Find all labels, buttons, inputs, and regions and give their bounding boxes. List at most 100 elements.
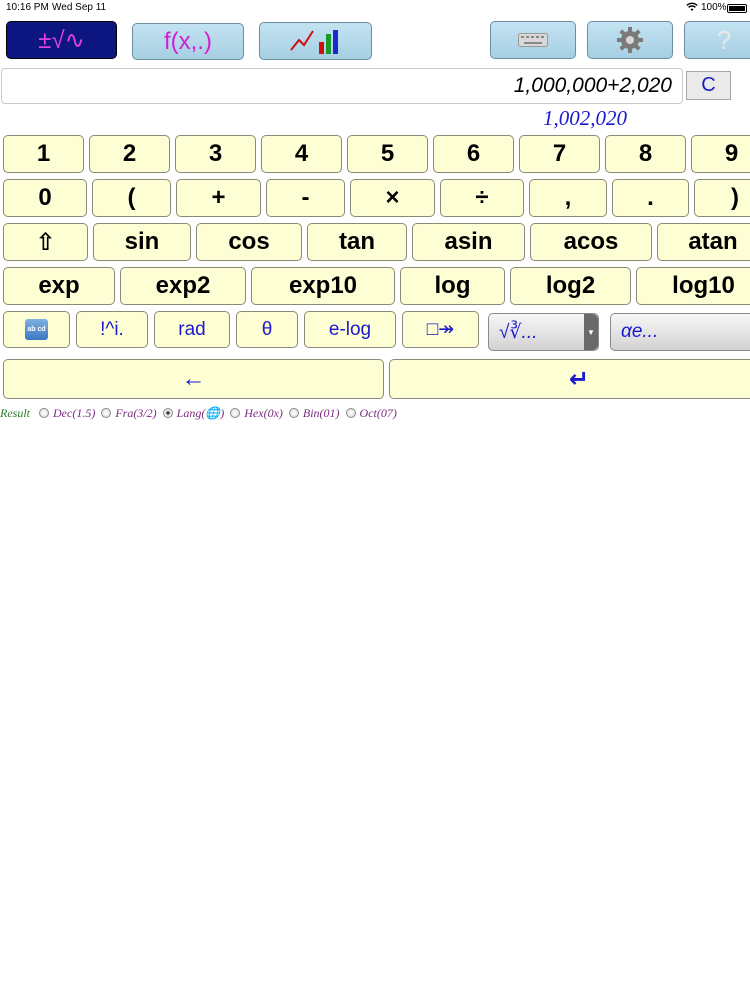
format-option-lang[interactable]: Lang(🌐)	[157, 405, 225, 421]
format-option-dec[interactable]: Dec(1.5)	[33, 406, 95, 421]
help-button[interactable]: ?	[684, 21, 750, 59]
key-acos[interactable]: acos	[530, 223, 652, 261]
status-date: Wed Sep 11	[52, 2, 107, 13]
result-format-row: Result Dec(1.5) Fra(3/2) Lang(🌐) Hex(0x)…	[0, 405, 397, 421]
key-5-label: 5	[380, 140, 395, 167]
key-2-label: 2	[122, 140, 137, 167]
key-log2[interactable]: log2	[510, 267, 631, 305]
abc-keyboard-button[interactable]: ab cd	[3, 311, 70, 348]
key-7[interactable]: 7	[519, 135, 600, 173]
key-exp[interactable]: exp	[3, 267, 115, 305]
format-option-oct[interactable]: Oct(07)	[340, 406, 397, 421]
roots-dropdown[interactable]: √∛... ▼	[488, 313, 599, 351]
key-open-paren[interactable]: (	[92, 179, 171, 217]
key-plus[interactable]: +	[176, 179, 261, 217]
key-open-paren-label: (	[127, 184, 136, 211]
key-decimal[interactable]: .	[612, 179, 689, 217]
key-log10[interactable]: log10	[636, 267, 750, 305]
format-option-bin[interactable]: Bin(01)	[283, 406, 340, 421]
tab-functions[interactable]: f(x,.)	[132, 23, 244, 60]
key-sin[interactable]: sin	[93, 223, 191, 261]
key-log[interactable]: log	[400, 267, 505, 305]
expression-input[interactable]: 1,000,000+2,020	[1, 68, 683, 104]
key-minus[interactable]: -	[266, 179, 345, 217]
format-option-lang-label: Lang(🌐)	[176, 405, 225, 420]
tab-graphs[interactable]	[259, 22, 372, 60]
key-e-log[interactable]: e-log	[304, 311, 396, 348]
radio-button-selected[interactable]	[162, 408, 173, 418]
key-6[interactable]: 6	[433, 135, 514, 173]
key-box-arrow-label: □↠	[426, 319, 455, 340]
key-divide[interactable]: ÷	[440, 179, 524, 217]
keyboard-button[interactable]	[490, 21, 576, 59]
tab-calculator[interactable]: ±√∿	[6, 21, 117, 59]
greek-dropdown[interactable]: αe...	[610, 313, 750, 351]
key-9[interactable]: 9	[691, 135, 750, 173]
key-factorial-power[interactable]: !^i.	[76, 311, 148, 348]
key-1-label: 1	[36, 140, 51, 167]
result-value: 1,002,020	[543, 106, 627, 130]
gear-icon	[617, 27, 643, 53]
key-multiply[interactable]: ×	[350, 179, 435, 217]
radio-button[interactable]	[39, 408, 49, 418]
abcd-icon: ab cd	[25, 319, 48, 340]
key-exp10-label: exp10	[288, 272, 358, 299]
clear-label: C	[701, 74, 716, 96]
key-box-arrow[interactable]: □↠	[402, 311, 479, 348]
backspace-icon: ←	[181, 365, 206, 392]
key-acos-label: acos	[563, 228, 619, 255]
format-option-dec-label: Dec(1.5)	[53, 405, 96, 420]
enter-button[interactable]: ↵	[389, 359, 750, 399]
key-decimal-label: .	[647, 184, 654, 211]
battery-level: 100%	[701, 2, 727, 13]
format-option-fra-label: Fra(3/2)	[115, 405, 157, 420]
key-4-label: 4	[294, 140, 309, 167]
key-close-paren[interactable]: )	[694, 179, 750, 217]
result-format-label: Result	[0, 405, 30, 420]
radio-button[interactable]	[101, 408, 112, 418]
key-shift[interactable]: ⇧	[3, 223, 88, 261]
backspace-button[interactable]: ←	[3, 359, 384, 399]
keyboard-icon	[518, 33, 548, 47]
key-exp2-label: exp2	[155, 272, 211, 299]
key-sin-label: sin	[124, 228, 160, 255]
radio-button[interactable]	[230, 408, 241, 418]
key-multiply-label: ×	[385, 184, 400, 211]
format-option-hex-label: Hex(0x)	[244, 405, 283, 420]
key-asin-label: asin	[444, 228, 493, 255]
key-tan-label: tan	[339, 228, 375, 255]
key-4[interactable]: 4	[261, 135, 342, 173]
key-6-label: 6	[466, 140, 481, 167]
key-8[interactable]: 8	[605, 135, 686, 173]
key-log10-label: log10	[672, 272, 735, 299]
key-2[interactable]: 2	[89, 135, 170, 173]
key-cos-label: cos	[228, 228, 270, 255]
key-comma[interactable]: ,	[529, 179, 607, 217]
key-0-label: 0	[38, 184, 52, 211]
format-option-fra[interactable]: Fra(3/2)	[95, 405, 157, 421]
wifi-icon	[686, 2, 698, 15]
key-3[interactable]: 3	[175, 135, 256, 173]
key-atan-label: atan	[688, 228, 738, 255]
key-plus-label: +	[211, 184, 226, 211]
clear-button[interactable]: C	[686, 71, 731, 100]
key-exp-label: exp	[38, 272, 80, 299]
key-rad[interactable]: rad	[154, 311, 230, 348]
key-tan[interactable]: tan	[307, 223, 407, 261]
key-5[interactable]: 5	[347, 135, 428, 173]
key-asin[interactable]: asin	[412, 223, 525, 261]
key-0[interactable]: 0	[3, 179, 87, 217]
key-exp10[interactable]: exp10	[251, 267, 395, 305]
radio-button[interactable]	[345, 408, 356, 418]
key-exp2[interactable]: exp2	[120, 267, 246, 305]
settings-button[interactable]	[587, 21, 673, 59]
key-cos[interactable]: cos	[196, 223, 302, 261]
radio-button[interactable]	[288, 408, 299, 418]
key-theta[interactable]: θ	[236, 311, 298, 348]
tab-functions-label: f(x,.)	[164, 27, 212, 55]
key-1[interactable]: 1	[3, 135, 84, 173]
key-log-label: log	[434, 272, 471, 299]
key-atan[interactable]: atan	[657, 223, 750, 261]
key-3-label: 3	[208, 140, 223, 167]
format-option-hex[interactable]: Hex(0x)	[224, 406, 283, 421]
